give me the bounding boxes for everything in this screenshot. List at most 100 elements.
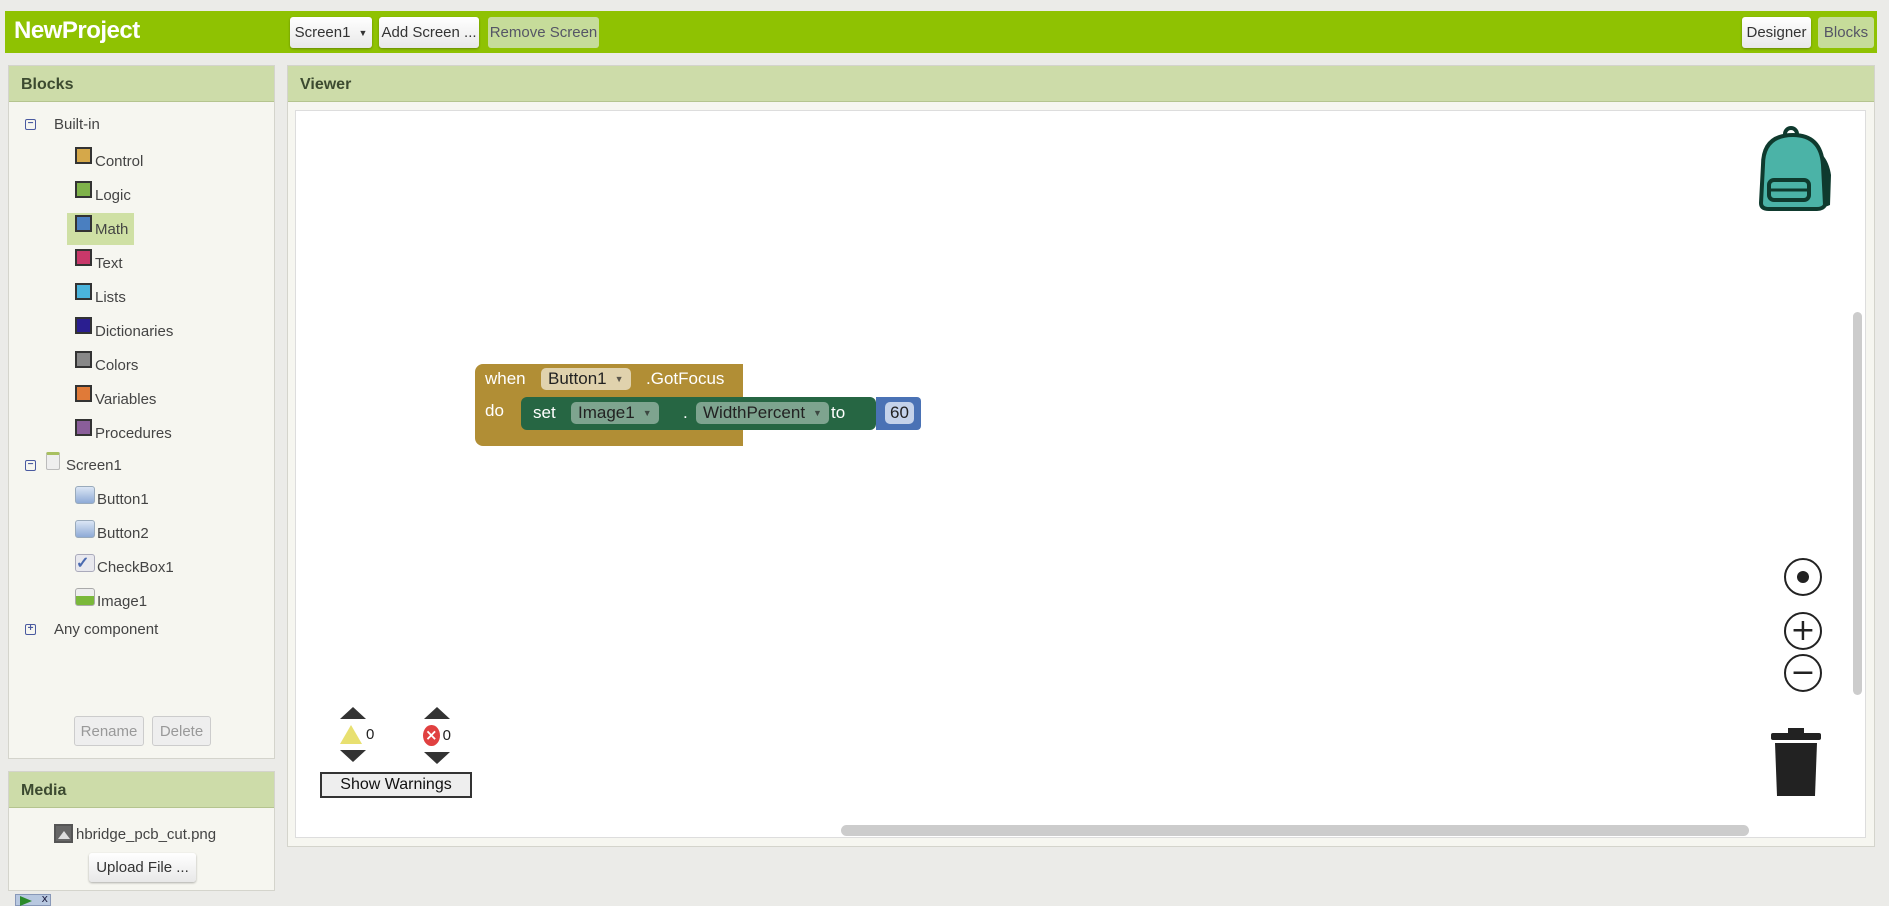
remove-screen-button[interactable]: Remove Screen [488, 17, 599, 48]
button-icon [75, 486, 95, 504]
tree-label: Image1 [97, 592, 148, 610]
tree-item-image1[interactable]: Image1 [75, 588, 147, 614]
errors-indicator: × 0 [423, 707, 451, 764]
tree-label: Logic [95, 186, 131, 204]
dot-label: . [683, 403, 688, 422]
next-error-icon[interactable] [424, 752, 450, 764]
tree-label: Procedures [95, 424, 172, 442]
tree-label: Lists [95, 288, 126, 306]
tree-item-lists[interactable]: Lists [67, 281, 132, 313]
tree-item-logic[interactable]: Logic [67, 179, 137, 211]
category-color-icon [75, 147, 92, 164]
set-property-block[interactable]: set Image1 ▼ . WidthPercent ▼ to [521, 397, 876, 430]
tree-item-math[interactable]: Math [67, 213, 135, 245]
collapse-icon[interactable]: − [25, 459, 36, 471]
category-color-icon [75, 181, 92, 198]
expand-icon[interactable]: + [25, 623, 36, 635]
collapse-icon[interactable]: − [25, 118, 36, 130]
designer-button[interactable]: Designer [1742, 17, 1811, 48]
tree-item-checkbox1[interactable]: ✓ CheckBox1 [75, 554, 174, 580]
blocks-panel: Blocks − Built-in Control Logic Math Text Lis… [8, 65, 275, 759]
screen-select[interactable]: Screen1 ▼ [290, 17, 372, 48]
when-label: when [485, 369, 526, 388]
set-component-dropdown[interactable]: Image1 ▼ [571, 402, 659, 424]
chevron-down-icon: ▼ [358, 27, 368, 38]
tree-label: Button1 [97, 490, 149, 508]
add-screen-button[interactable]: Add Screen ... [379, 17, 479, 48]
tree-any-component[interactable]: + Any component [25, 616, 158, 642]
checkbox-icon: ✓ [75, 554, 95, 572]
tree-builtin[interactable]: − Built-in [25, 111, 100, 137]
tree-item-button1[interactable]: Button1 [75, 486, 149, 512]
do-label: do [485, 401, 504, 420]
tree-label: Text [95, 254, 123, 272]
tree-item-button2[interactable]: Button2 [75, 520, 149, 546]
tree-item-dictionaries[interactable]: Dictionaries [67, 315, 179, 347]
project-title: NewProject [14, 17, 140, 44]
tree-label: Screen1 [66, 456, 122, 474]
errors-count: 0 [442, 727, 451, 744]
set-component-name: Image1 [578, 403, 635, 422]
category-color-icon [75, 283, 92, 300]
delete-button[interactable]: Delete [152, 716, 211, 746]
category-color-icon [75, 385, 92, 402]
property-name: WidthPercent [703, 403, 806, 422]
tree-item-variables[interactable]: Variables [67, 383, 162, 415]
error-icon: × [423, 725, 440, 746]
tree-item-control[interactable]: Control [67, 145, 149, 177]
top-bar: NewProject Screen1 ▼ Add Screen ... Remov… [5, 11, 1877, 53]
show-warnings-button[interactable]: Show Warnings [320, 772, 472, 798]
screen-icon [46, 452, 60, 470]
tree-label: Built-in [54, 115, 100, 133]
upload-file-button[interactable]: Upload File ... [89, 853, 196, 882]
dropdown-icon: ▼ [642, 408, 652, 418]
category-color-icon [75, 215, 92, 232]
media-panel-title: Media [9, 772, 274, 808]
warnings-indicator: 0 [339, 707, 374, 762]
blocks-button[interactable]: Blocks [1818, 17, 1874, 48]
tree-item-colors[interactable]: Colors [67, 349, 144, 381]
image-icon [75, 588, 95, 606]
viewer-title: Viewer [288, 66, 1874, 102]
category-color-icon [75, 249, 92, 266]
component-dropdown[interactable]: Button1 ▼ [541, 368, 631, 390]
category-color-icon [75, 351, 92, 368]
tree-item-text[interactable]: Text [67, 247, 129, 279]
workspace-canvas[interactable]: when Button1 ▼ .GotFocus do set Image1 ▼ .… [295, 110, 1866, 838]
next-warning-icon[interactable] [340, 750, 366, 762]
tree-label: Any component [54, 620, 159, 638]
previous-error-icon[interactable] [424, 707, 450, 719]
previous-warning-icon[interactable] [340, 707, 366, 719]
media-file[interactable]: hbridge_pcb_cut.png [54, 824, 216, 843]
property-dropdown[interactable]: WidthPercent ▼ [696, 402, 829, 424]
category-color-icon [75, 419, 92, 436]
tree-screen1[interactable]: − Screen1 [25, 452, 122, 478]
recenter-icon[interactable] [1784, 558, 1822, 596]
component-name: Button1 [548, 369, 607, 388]
trash-icon[interactable] [1770, 728, 1822, 798]
event-name: .GotFocus [646, 369, 725, 388]
vertical-scrollbar[interactable] [1853, 312, 1862, 695]
warning-icon [340, 725, 362, 744]
zoom-out-icon[interactable]: − [1784, 654, 1822, 692]
dropdown-icon: ▼ [614, 374, 624, 384]
backpack-icon[interactable] [1753, 125, 1839, 213]
set-label: set [533, 403, 556, 422]
tree-label: Control [95, 152, 144, 170]
rename-button[interactable]: Rename [74, 716, 144, 746]
image-file-icon [54, 824, 73, 843]
to-label: to [831, 403, 846, 422]
media-file-name: hbridge_pcb_cut.png [76, 826, 217, 843]
tree-label: Button2 [97, 524, 149, 542]
zoom-in-icon[interactable]: + [1784, 612, 1822, 650]
horizontal-scrollbar[interactable] [841, 825, 1749, 836]
button-icon [75, 520, 95, 538]
debug-toolbar-icon[interactable]: x [15, 892, 51, 906]
number-field[interactable]: 60 [885, 402, 914, 424]
tree-label: CheckBox1 [97, 558, 174, 576]
tree-label: Variables [95, 390, 157, 408]
tree-label: Colors [95, 356, 139, 374]
number-block[interactable]: 60 [876, 397, 921, 430]
blocks-panel-title: Blocks [9, 66, 274, 102]
tree-item-procedures[interactable]: Procedures [67, 417, 178, 449]
